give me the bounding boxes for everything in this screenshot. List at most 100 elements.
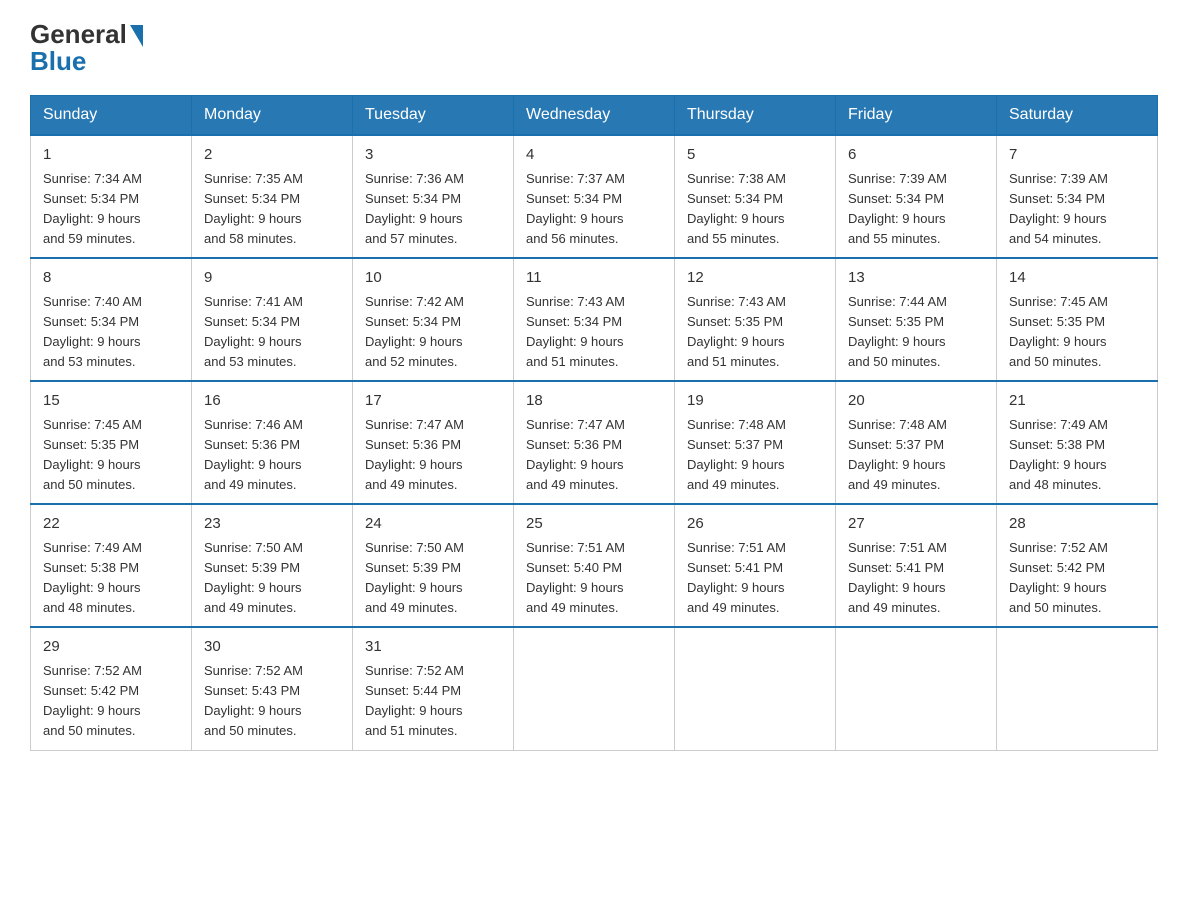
day-of-week-friday: Friday: [836, 96, 997, 136]
day-number: 22: [43, 513, 179, 536]
day-of-week-tuesday: Tuesday: [353, 96, 514, 136]
day-info: Sunrise: 7:37 AMSunset: 5:34 PMDaylight:…: [526, 169, 662, 250]
week-row-2: 8Sunrise: 7:40 AMSunset: 5:34 PMDaylight…: [31, 258, 1158, 381]
day-cell-30: 30Sunrise: 7:52 AMSunset: 5:43 PMDayligh…: [192, 627, 353, 750]
day-number: 16: [204, 390, 340, 413]
empty-cell: [675, 627, 836, 750]
day-info: Sunrise: 7:36 AMSunset: 5:34 PMDaylight:…: [365, 169, 501, 250]
day-number: 20: [848, 390, 984, 413]
day-cell-20: 20Sunrise: 7:48 AMSunset: 5:37 PMDayligh…: [836, 381, 997, 504]
day-info: Sunrise: 7:35 AMSunset: 5:34 PMDaylight:…: [204, 169, 340, 250]
day-cell-22: 22Sunrise: 7:49 AMSunset: 5:38 PMDayligh…: [31, 504, 192, 627]
day-cell-24: 24Sunrise: 7:50 AMSunset: 5:39 PMDayligh…: [353, 504, 514, 627]
day-of-week-thursday: Thursday: [675, 96, 836, 136]
day-of-week-saturday: Saturday: [997, 96, 1158, 136]
day-info: Sunrise: 7:39 AMSunset: 5:34 PMDaylight:…: [1009, 169, 1145, 250]
day-number: 26: [687, 513, 823, 536]
day-info: Sunrise: 7:52 AMSunset: 5:44 PMDaylight:…: [365, 661, 501, 742]
day-number: 3: [365, 144, 501, 167]
day-cell-17: 17Sunrise: 7:47 AMSunset: 5:36 PMDayligh…: [353, 381, 514, 504]
day-number: 27: [848, 513, 984, 536]
day-cell-27: 27Sunrise: 7:51 AMSunset: 5:41 PMDayligh…: [836, 504, 997, 627]
day-cell-21: 21Sunrise: 7:49 AMSunset: 5:38 PMDayligh…: [997, 381, 1158, 504]
day-number: 13: [848, 267, 984, 290]
day-info: Sunrise: 7:51 AMSunset: 5:41 PMDaylight:…: [848, 538, 984, 619]
day-number: 18: [526, 390, 662, 413]
day-cell-16: 16Sunrise: 7:46 AMSunset: 5:36 PMDayligh…: [192, 381, 353, 504]
day-cell-11: 11Sunrise: 7:43 AMSunset: 5:34 PMDayligh…: [514, 258, 675, 381]
day-info: Sunrise: 7:51 AMSunset: 5:40 PMDaylight:…: [526, 538, 662, 619]
day-number: 6: [848, 144, 984, 167]
day-number: 25: [526, 513, 662, 536]
day-number: 29: [43, 636, 179, 659]
logo-general: General: [30, 20, 127, 49]
day-info: Sunrise: 7:34 AMSunset: 5:34 PMDaylight:…: [43, 169, 179, 250]
day-number: 12: [687, 267, 823, 290]
logo: General Blue: [30, 20, 143, 75]
day-number: 11: [526, 267, 662, 290]
day-cell-10: 10Sunrise: 7:42 AMSunset: 5:34 PMDayligh…: [353, 258, 514, 381]
day-info: Sunrise: 7:46 AMSunset: 5:36 PMDaylight:…: [204, 415, 340, 496]
day-cell-12: 12Sunrise: 7:43 AMSunset: 5:35 PMDayligh…: [675, 258, 836, 381]
day-cell-15: 15Sunrise: 7:45 AMSunset: 5:35 PMDayligh…: [31, 381, 192, 504]
day-info: Sunrise: 7:52 AMSunset: 5:42 PMDaylight:…: [1009, 538, 1145, 619]
day-of-week-wednesday: Wednesday: [514, 96, 675, 136]
day-of-week-sunday: Sunday: [31, 96, 192, 136]
day-number: 8: [43, 267, 179, 290]
empty-cell: [997, 627, 1158, 750]
day-number: 5: [687, 144, 823, 167]
day-info: Sunrise: 7:50 AMSunset: 5:39 PMDaylight:…: [365, 538, 501, 619]
day-cell-18: 18Sunrise: 7:47 AMSunset: 5:36 PMDayligh…: [514, 381, 675, 504]
page-header: General Blue: [30, 20, 1158, 75]
day-number: 23: [204, 513, 340, 536]
calendar-table: SundayMondayTuesdayWednesdayThursdayFrid…: [30, 95, 1158, 750]
day-cell-28: 28Sunrise: 7:52 AMSunset: 5:42 PMDayligh…: [997, 504, 1158, 627]
day-info: Sunrise: 7:43 AMSunset: 5:35 PMDaylight:…: [687, 292, 823, 373]
day-info: Sunrise: 7:45 AMSunset: 5:35 PMDaylight:…: [1009, 292, 1145, 373]
day-info: Sunrise: 7:47 AMSunset: 5:36 PMDaylight:…: [365, 415, 501, 496]
day-cell-8: 8Sunrise: 7:40 AMSunset: 5:34 PMDaylight…: [31, 258, 192, 381]
day-info: Sunrise: 7:45 AMSunset: 5:35 PMDaylight:…: [43, 415, 179, 496]
day-info: Sunrise: 7:39 AMSunset: 5:34 PMDaylight:…: [848, 169, 984, 250]
week-row-5: 29Sunrise: 7:52 AMSunset: 5:42 PMDayligh…: [31, 627, 1158, 750]
day-info: Sunrise: 7:48 AMSunset: 5:37 PMDaylight:…: [848, 415, 984, 496]
day-number: 31: [365, 636, 501, 659]
day-number: 19: [687, 390, 823, 413]
day-info: Sunrise: 7:52 AMSunset: 5:43 PMDaylight:…: [204, 661, 340, 742]
day-cell-26: 26Sunrise: 7:51 AMSunset: 5:41 PMDayligh…: [675, 504, 836, 627]
day-number: 9: [204, 267, 340, 290]
day-cell-7: 7Sunrise: 7:39 AMSunset: 5:34 PMDaylight…: [997, 135, 1158, 258]
day-cell-4: 4Sunrise: 7:37 AMSunset: 5:34 PMDaylight…: [514, 135, 675, 258]
day-number: 14: [1009, 267, 1145, 290]
day-info: Sunrise: 7:49 AMSunset: 5:38 PMDaylight:…: [43, 538, 179, 619]
day-number: 1: [43, 144, 179, 167]
day-number: 4: [526, 144, 662, 167]
day-cell-31: 31Sunrise: 7:52 AMSunset: 5:44 PMDayligh…: [353, 627, 514, 750]
day-cell-1: 1Sunrise: 7:34 AMSunset: 5:34 PMDaylight…: [31, 135, 192, 258]
day-cell-29: 29Sunrise: 7:52 AMSunset: 5:42 PMDayligh…: [31, 627, 192, 750]
day-info: Sunrise: 7:49 AMSunset: 5:38 PMDaylight:…: [1009, 415, 1145, 496]
week-row-1: 1Sunrise: 7:34 AMSunset: 5:34 PMDaylight…: [31, 135, 1158, 258]
day-info: Sunrise: 7:47 AMSunset: 5:36 PMDaylight:…: [526, 415, 662, 496]
day-cell-2: 2Sunrise: 7:35 AMSunset: 5:34 PMDaylight…: [192, 135, 353, 258]
day-info: Sunrise: 7:44 AMSunset: 5:35 PMDaylight:…: [848, 292, 984, 373]
day-info: Sunrise: 7:38 AMSunset: 5:34 PMDaylight:…: [687, 169, 823, 250]
days-of-week-row: SundayMondayTuesdayWednesdayThursdayFrid…: [31, 96, 1158, 136]
day-number: 7: [1009, 144, 1145, 167]
empty-cell: [836, 627, 997, 750]
day-number: 30: [204, 636, 340, 659]
day-cell-23: 23Sunrise: 7:50 AMSunset: 5:39 PMDayligh…: [192, 504, 353, 627]
day-info: Sunrise: 7:51 AMSunset: 5:41 PMDaylight:…: [687, 538, 823, 619]
day-cell-19: 19Sunrise: 7:48 AMSunset: 5:37 PMDayligh…: [675, 381, 836, 504]
day-info: Sunrise: 7:41 AMSunset: 5:34 PMDaylight:…: [204, 292, 340, 373]
day-number: 28: [1009, 513, 1145, 536]
day-cell-9: 9Sunrise: 7:41 AMSunset: 5:34 PMDaylight…: [192, 258, 353, 381]
day-info: Sunrise: 7:50 AMSunset: 5:39 PMDaylight:…: [204, 538, 340, 619]
logo-triangle-icon: [130, 25, 143, 47]
day-number: 10: [365, 267, 501, 290]
day-number: 2: [204, 144, 340, 167]
day-number: 24: [365, 513, 501, 536]
empty-cell: [514, 627, 675, 750]
day-number: 15: [43, 390, 179, 413]
day-of-week-monday: Monday: [192, 96, 353, 136]
